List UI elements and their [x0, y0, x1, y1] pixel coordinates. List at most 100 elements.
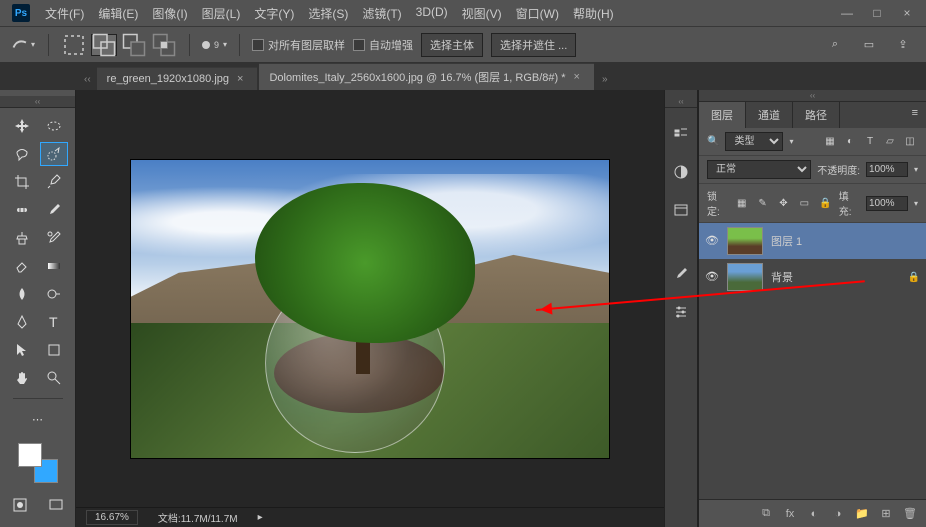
lock-paint-icon[interactable]: ✎	[755, 195, 770, 211]
visibility-toggle-icon[interactable]: 👁	[705, 270, 719, 284]
blur-tool[interactable]	[8, 282, 36, 306]
tab-paths[interactable]: 路径	[793, 102, 840, 128]
layer-fx-icon[interactable]: fx	[782, 506, 798, 522]
dock-collapse[interactable]: ‹‹	[665, 96, 697, 108]
foreground-color-swatch[interactable]	[18, 443, 42, 467]
layer-name[interactable]: 背景	[771, 269, 793, 285]
sample-all-layers-checkbox[interactable]	[252, 39, 264, 51]
lock-artboard-icon[interactable]: ▭	[797, 195, 812, 211]
fill-input[interactable]	[866, 196, 908, 211]
menu-view[interactable]: 视图(V)	[455, 0, 509, 27]
dock-icon-properties[interactable]	[669, 122, 693, 146]
panel-collapse[interactable]: ‹‹	[699, 90, 926, 102]
search-icon[interactable]: ⌕	[822, 34, 848, 56]
lock-all-icon[interactable]: 🔒	[818, 195, 833, 211]
tool-preset-icon[interactable]: ▾	[10, 34, 36, 56]
share-icon[interactable]: ⇪	[890, 34, 916, 56]
quick-mask-icon[interactable]	[6, 493, 34, 517]
quick-selection-tool[interactable]	[40, 142, 68, 166]
delete-layer-icon[interactable]: 🗑	[902, 506, 918, 522]
move-tool[interactable]	[8, 114, 36, 138]
dock-icon-adjustments[interactable]	[669, 160, 693, 184]
auto-enhance-checkbox[interactable]	[353, 39, 365, 51]
tab-collapse-left[interactable]: ‹‹	[84, 74, 91, 85]
clone-stamp-tool[interactable]	[8, 226, 36, 250]
dock-icon-libraries[interactable]	[669, 198, 693, 222]
filter-smart-icon[interactable]: ◫	[902, 134, 918, 150]
menu-3d[interactable]: 3D(D)	[409, 0, 455, 27]
history-brush-tool[interactable]	[40, 226, 68, 250]
tab-close-icon[interactable]: ×	[574, 71, 580, 83]
intersect-selection-icon[interactable]	[151, 34, 177, 56]
visibility-toggle-icon[interactable]: 👁	[705, 234, 719, 248]
minimize-button[interactable]: —	[832, 3, 862, 23]
tools-collapse[interactable]: ‹‹	[0, 96, 75, 108]
link-layers-icon[interactable]: ⧉	[758, 506, 774, 522]
subtract-selection-icon[interactable]	[121, 34, 147, 56]
healing-brush-tool[interactable]	[8, 198, 36, 222]
frame-icon[interactable]: ▭	[856, 34, 882, 56]
menu-edit[interactable]: 编辑(E)	[91, 0, 145, 27]
brush-tool[interactable]	[40, 198, 68, 222]
filter-adjust-icon[interactable]: ◐	[842, 134, 858, 150]
dock-icon-brush[interactable]	[669, 262, 693, 286]
menu-type[interactable]: 文字(Y)	[247, 0, 301, 27]
eyedropper-tool[interactable]	[40, 170, 68, 194]
menu-layer[interactable]: 图层(L)	[195, 0, 248, 27]
maximize-button[interactable]: □	[862, 3, 892, 23]
color-swatches[interactable]	[18, 443, 58, 483]
layer-mask-icon[interactable]: ◐	[806, 506, 822, 522]
menu-filter[interactable]: 滤镜(T)	[355, 0, 408, 27]
layer-row[interactable]: 👁 图层 1	[699, 223, 926, 259]
status-chevron-icon[interactable]: ▸	[258, 512, 263, 523]
panel-menu-icon[interactable]: ≡	[904, 102, 926, 128]
gradient-tool[interactable]	[40, 254, 68, 278]
adjustment-layer-icon[interactable]: ◑	[830, 506, 846, 522]
brush-preset[interactable]: 9 ▾	[202, 40, 227, 50]
dodge-tool[interactable]	[40, 282, 68, 306]
document-tab-active[interactable]: Dolomites_Italy_2560x1600.jpg @ 16.7% (图…	[259, 63, 594, 90]
eraser-tool[interactable]	[8, 254, 36, 278]
tab-close-icon[interactable]: ×	[237, 73, 243, 85]
canvas-area[interactable]: 16.67% 文档:11.7M/11.7M ▸	[76, 90, 664, 527]
add-selection-icon[interactable]	[91, 34, 117, 56]
edit-toolbar-icon[interactable]: ⋯	[24, 407, 52, 431]
filter-shape-icon[interactable]: ▱	[882, 134, 898, 150]
menu-image[interactable]: 图像(I)	[145, 0, 194, 27]
type-tool[interactable]: T	[40, 310, 68, 334]
crop-tool[interactable]	[8, 170, 36, 194]
blend-mode-select[interactable]: 正常	[707, 160, 811, 179]
tab-expand-icon[interactable]: »	[602, 74, 608, 85]
document-tab[interactable]: re_green_1920x1080.jpg ×	[97, 67, 258, 90]
zoom-level[interactable]: 16.67%	[86, 510, 138, 525]
select-and-mask-button[interactable]: 选择并遮住 ...	[491, 33, 576, 57]
layer-group-icon[interactable]: 📁	[854, 506, 870, 522]
marquee-tool[interactable]	[40, 114, 68, 138]
filter-type-icon[interactable]: T	[862, 134, 878, 150]
lasso-tool[interactable]	[8, 142, 36, 166]
close-button[interactable]: ×	[892, 3, 922, 23]
pen-tool[interactable]	[8, 310, 36, 334]
path-selection-tool[interactable]	[8, 338, 36, 362]
menu-window[interactable]: 窗口(W)	[509, 0, 566, 27]
tab-layers[interactable]: 图层	[699, 102, 746, 128]
shape-tool[interactable]	[40, 338, 68, 362]
menu-file[interactable]: 文件(F)	[38, 0, 91, 27]
new-selection-icon[interactable]	[61, 34, 87, 56]
opacity-input[interactable]	[866, 162, 908, 177]
new-layer-icon[interactable]: ⊞	[878, 506, 894, 522]
hand-tool[interactable]	[8, 366, 36, 390]
select-subject-button[interactable]: 选择主体	[421, 33, 483, 57]
layer-thumbnail[interactable]	[727, 263, 763, 291]
layer-row[interactable]: 👁 背景 🔒	[699, 259, 926, 295]
menu-help[interactable]: 帮助(H)	[566, 0, 621, 27]
screen-mode-icon[interactable]	[42, 493, 70, 517]
lock-pixels-icon[interactable]: ▦	[734, 195, 749, 211]
tab-channels[interactable]: 通道	[746, 102, 793, 128]
zoom-tool[interactable]	[40, 366, 68, 390]
lock-position-icon[interactable]: ✥	[776, 195, 791, 211]
filter-pixel-icon[interactable]: ▦	[822, 134, 838, 150]
layer-thumbnail[interactable]	[727, 227, 763, 255]
layer-filter-select[interactable]: 类型	[725, 132, 783, 151]
layer-name[interactable]: 图层 1	[771, 233, 802, 249]
